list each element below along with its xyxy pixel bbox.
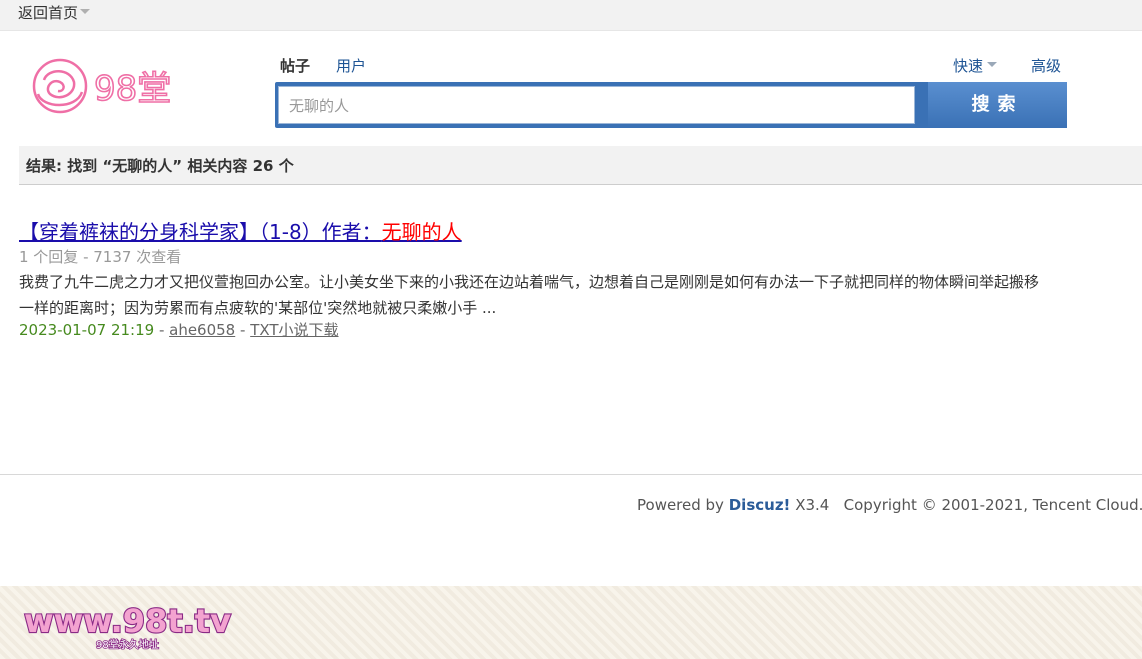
site-url-text: www.98t.tv [24,602,231,640]
rose-icon [32,58,88,114]
chevron-down-icon [987,62,998,67]
site-tagline: 98堂永久地址 [96,638,159,651]
result-summary: 结果: 找到 “无聊的人” 相关内容 26 个 [26,157,294,175]
result-meta: 1 个回复 - 7137 次查看 [19,248,182,266]
discuz-link[interactable]: Discuz! [729,496,791,514]
result-forum-link[interactable]: TXT小说下载 [250,321,338,339]
search-box: 搜索 [275,82,1067,128]
result-summary-bar: 结果: 找到 “无聊的人” 相关内容 26 个 [19,146,1142,185]
result-description: 我费了九牛二虎之力才又把仪萱抱回办公室。让小美女坐下来的小我还在边站着喘气，边想… [19,273,1040,317]
quick-search-toggle[interactable]: 快速 [953,55,998,76]
powered-prefix: Powered by [637,496,724,514]
advanced-search-link[interactable]: 高级 [1031,55,1061,76]
version: X3.4 [795,496,830,514]
result-title-highlight: 无聊的人 [381,220,462,244]
footer-divider [0,474,1142,475]
logo-text: 98堂 [94,69,171,109]
result-title-prefix: 【穿着裤袜的分身科学家】（1-8）作者： [19,220,382,244]
result-author-link[interactable]: ahe6058 [169,321,235,339]
search-input[interactable] [278,86,915,124]
quick-search-label: 快速 [953,57,984,75]
top-bar: 返回首页 [0,0,1142,31]
copyright: Copyright © 2001-2021, Tencent Cloud. [843,496,1142,514]
result-footer: 2023-01-07 21:19 - ahe6058 - TXT小说下载 [19,321,339,339]
result-date: 2023-01-07 21:19 [19,321,155,339]
back-home-link[interactable]: 返回首页 [18,2,91,23]
chevron-down-icon [80,9,91,14]
site-url-logo[interactable]: www.98t.tv 98堂永久地址 [22,596,242,652]
search-button[interactable]: 搜索 [928,82,1067,128]
search-type-users[interactable]: 用户 [336,55,366,76]
site-logo[interactable]: 98堂 [24,54,184,118]
result-title-link[interactable]: 【穿着裤袜的分身科学家】（1-8）作者：无聊的人 [19,216,462,245]
back-home-label: 返回首页 [18,4,79,22]
powered-by: Powered by Discuz! X3.4 Copyright © 2001… [637,496,1142,514]
search-type-threads[interactable]: 帖子 [280,55,310,76]
